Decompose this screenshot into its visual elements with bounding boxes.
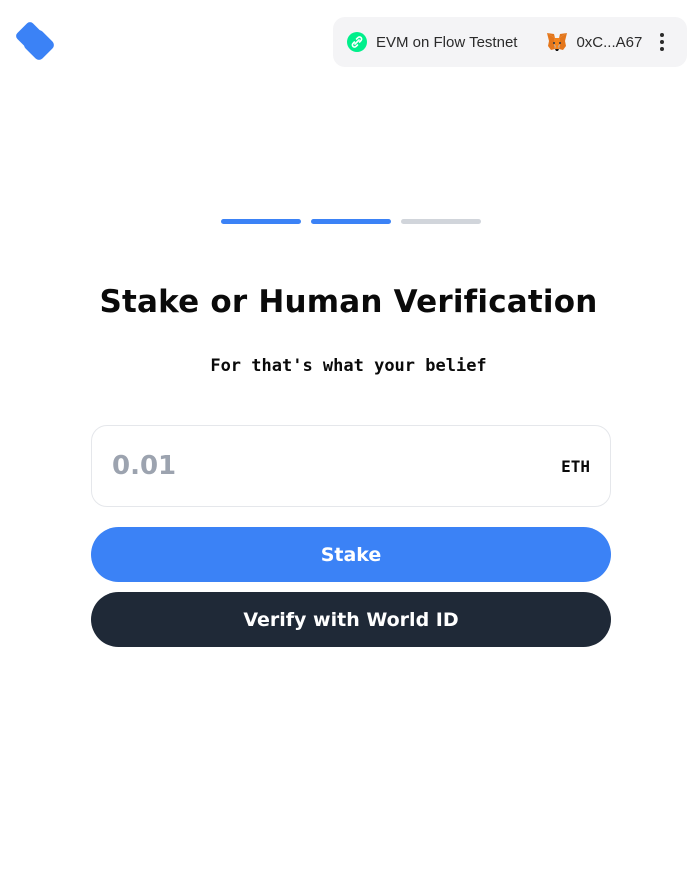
page-title: Stake or Human Verification xyxy=(99,284,598,320)
network-name: EVM on Flow Testnet xyxy=(376,33,518,51)
currency-label: ETH xyxy=(561,456,590,476)
stake-amount-field: ETH xyxy=(91,425,611,507)
wallet-connection-bar: EVM on Flow Testnet 0xC...A67 xyxy=(333,17,687,67)
app-logo-icon[interactable] xyxy=(14,20,56,62)
more-vertical-icon[interactable] xyxy=(652,30,672,54)
account-button[interactable]: 0xC...A67 xyxy=(546,32,642,52)
progress-step-1 xyxy=(221,219,301,224)
progress-step-3 xyxy=(401,219,481,224)
metamask-fox-icon xyxy=(546,32,568,52)
app-page: EVM on Flow Testnet 0xC...A67 Stake or H… xyxy=(0,0,697,892)
progress-step-2 xyxy=(311,219,391,224)
stake-button[interactable]: Stake xyxy=(91,527,611,582)
page-subtitle: For that's what your belief xyxy=(210,356,487,376)
account-address: 0xC...A67 xyxy=(576,33,643,51)
stake-amount-input[interactable] xyxy=(112,451,562,481)
network-selector[interactable]: EVM on Flow Testnet xyxy=(347,32,517,52)
verify-world-id-button[interactable]: Verify with World ID xyxy=(91,592,611,647)
progress-steps xyxy=(221,219,481,224)
flow-chain-link-icon xyxy=(347,32,367,52)
